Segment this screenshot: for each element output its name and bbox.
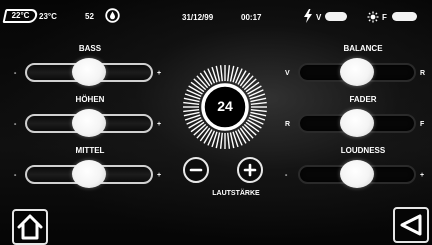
volume-dial-tick (203, 129, 213, 144)
voltage-label: V (316, 13, 322, 22)
volume-dial-tick (247, 85, 262, 95)
balance-slider-knob[interactable] (340, 58, 374, 86)
volume-dial-tick (203, 70, 213, 85)
volume-dial-tick (250, 111, 267, 117)
volume-dial-tick (237, 70, 247, 85)
volume-down-button[interactable] (183, 157, 209, 183)
plus-icon (243, 163, 257, 177)
lightning-icon (303, 9, 313, 23)
hoehen-slider-knob[interactable] (72, 109, 106, 137)
voltage-bar (325, 12, 347, 21)
volume-dial-tick (188, 85, 203, 95)
home-icon (17, 214, 43, 240)
volume-dial-tick (250, 101, 267, 105)
outside-temp-value: 22°C (11, 11, 30, 20)
volume-dial-tick (227, 65, 231, 82)
hoehen-max: + (157, 121, 162, 128)
volume-dial-tick (229, 65, 235, 82)
balance-label: BALANCE (343, 44, 383, 53)
fader-min: R (285, 121, 291, 128)
volume-dial-tick (237, 129, 247, 144)
outside-temp-badge: 22°C (2, 9, 39, 23)
volume-dial-tick (183, 97, 200, 103)
loudness-slider-knob[interactable] (340, 160, 374, 188)
fader-label: FADER (349, 95, 377, 104)
mittel-slider-knob[interactable] (72, 160, 106, 188)
mittel-min: - (14, 172, 17, 179)
drop-icon (104, 8, 121, 23)
mittel-max: + (157, 172, 162, 179)
volume-dial-tick (188, 119, 203, 129)
home-button[interactable] (12, 209, 48, 245)
fader-slider-knob[interactable] (340, 109, 374, 137)
inside-temp-value: 23°C (39, 12, 57, 21)
volume-dial-tick (183, 109, 200, 113)
hoehen-min: - (14, 121, 17, 128)
volume-dial-tick (219, 65, 223, 82)
volume-dial-tick (227, 132, 231, 149)
volume-dial-tick (247, 119, 262, 129)
volume-dial-tick (219, 132, 223, 149)
loudness-min: - (285, 172, 288, 179)
bass-slider-knob[interactable] (72, 58, 106, 86)
humidity-value: 52 (85, 12, 94, 21)
volume-dial-tick (215, 132, 221, 149)
minus-icon (189, 168, 203, 172)
balance-max: R (420, 70, 426, 77)
volume-dial-tick (250, 109, 267, 113)
bass-min: - (14, 70, 17, 77)
volume-up-button[interactable] (237, 157, 263, 183)
bass-max: + (157, 70, 162, 77)
volume-dial-tick (183, 111, 200, 117)
mittel-label: MITTEL (75, 146, 105, 155)
loudness-label: LOUDNESS (340, 146, 386, 155)
volume-dial-tick (250, 97, 267, 103)
time-display: 00:17 (241, 13, 262, 22)
fuel-bar (392, 12, 417, 21)
back-triangle-icon (400, 214, 422, 236)
bass-label: BASS (78, 44, 102, 53)
volume-value: 24 (217, 98, 233, 114)
back-button[interactable] (393, 207, 429, 243)
balance-min: V (285, 70, 290, 77)
fader-max: F (420, 121, 425, 128)
volume-dial-tick (215, 65, 221, 82)
date-display: 31/12/99 (182, 13, 214, 22)
hoehen-label: HÖHEN (75, 95, 105, 104)
volume-dial-tick (229, 132, 235, 149)
sun-icon (367, 10, 379, 23)
fuel-label: F (382, 13, 387, 22)
volume-label: LAUTSTÄRKE (212, 190, 260, 197)
volume-dial-tick (183, 101, 200, 105)
loudness-max: + (420, 172, 425, 179)
audio-settings-screen: 22°C 23°C 52 31/12/99 00:17 V F BASS - +… (0, 0, 432, 245)
